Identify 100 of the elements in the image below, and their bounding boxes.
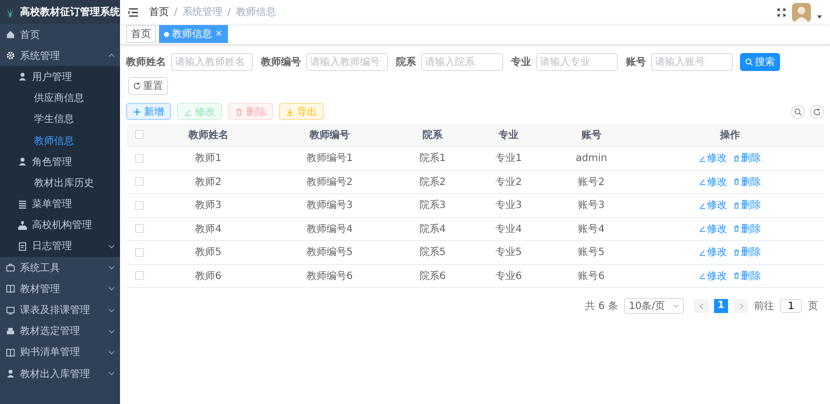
menu-item[interactable]: 高校机构管理 — [0, 214, 120, 236]
close-icon[interactable]: × — [215, 29, 223, 39]
tab[interactable]: 教师信息 × — [159, 25, 228, 43]
previous-page-button[interactable] — [694, 299, 708, 313]
menu-item[interactable]: 教师信息 — [0, 130, 120, 152]
column-header: 操作 — [636, 124, 824, 146]
pencil-icon — [699, 202, 706, 209]
table-cell: 教师3 — [152, 194, 265, 217]
page-number[interactable]: 1 — [714, 299, 728, 313]
checkbox[interactable] — [134, 200, 144, 210]
breadcrumb-item[interactable]: 首页 — [149, 5, 169, 19]
field-label: 账号 — [626, 56, 646, 69]
menu-item[interactable]: 教材出库历史 — [0, 172, 120, 194]
table-cell: 教师4 — [152, 217, 265, 240]
input-field[interactable]: 请输入教师编号 — [306, 53, 388, 71]
table-cell: 教师2 — [152, 170, 265, 194]
total-count: 共 6 条 — [585, 300, 618, 313]
table-cell: 专业2 — [470, 170, 547, 194]
pencil-icon — [699, 225, 706, 232]
menu-item[interactable]: 供应商信息 — [0, 88, 120, 109]
pencil-icon — [699, 272, 706, 280]
book-icon — [6, 348, 15, 357]
reset-button[interactable]: 重置 — [128, 77, 168, 95]
input-field[interactable]: 请输入账号 — [651, 53, 733, 71]
edit-link[interactable]: 修改 — [699, 245, 728, 260]
table-cell: 院系5 — [394, 240, 471, 264]
printer-icon — [6, 326, 15, 336]
menu-item[interactable]: 日志管理 — [0, 236, 120, 258]
menu-item[interactable]: 系统管理 — [0, 45, 120, 66]
pencil-icon — [699, 248, 706, 256]
menu-item[interactable]: 学生信息 — [0, 108, 120, 130]
column-header: 教师编号 — [264, 124, 394, 146]
pencil-icon — [699, 154, 706, 162]
delete-link[interactable]: 删除 — [733, 268, 762, 283]
goto-label: 前往 — [754, 300, 774, 313]
page-suffix: 页 — [808, 300, 818, 313]
avatar[interactable] — [792, 2, 811, 22]
edit-link[interactable]: 修改 — [699, 268, 728, 283]
menu-item[interactable]: 教材管理 — [0, 278, 120, 300]
table-cell: 教师5 — [152, 240, 265, 264]
tab[interactable]: 首页 — [126, 25, 156, 43]
edit-link[interactable]: 修改 — [699, 222, 728, 236]
delete-link[interactable]: 删除 — [733, 174, 762, 189]
menu-item[interactable]: 首页 — [0, 24, 120, 46]
refresh-icon[interactable] — [810, 104, 824, 118]
select-all-checkbox[interactable] — [134, 130, 144, 140]
edit-link[interactable]: 修改 — [699, 198, 728, 212]
input-field[interactable]: 请输入教师姓名 — [171, 53, 253, 71]
user-icon — [6, 369, 15, 378]
edit-link[interactable]: 修改 — [699, 151, 728, 166]
screen-icon — [6, 306, 15, 315]
caret-icon — [108, 308, 115, 313]
user-icon — [18, 157, 27, 166]
menu-item[interactable]: 教材出入库管理 — [0, 363, 120, 384]
table-cell: 专业4 — [470, 217, 547, 240]
menu-fold-icon[interactable] — [128, 8, 139, 16]
page-size-select[interactable]: 10条/页 — [624, 298, 684, 314]
app-title: 高校教材征订管理系统 — [20, 5, 120, 19]
column-header: 教师姓名 — [152, 124, 265, 146]
caret-icon[interactable] — [817, 14, 822, 18]
field-label: 专业 — [511, 56, 531, 69]
menu-item[interactable]: 用户管理 — [0, 66, 120, 88]
menu-item[interactable]: 教材选定管理 — [0, 320, 120, 342]
search-icon[interactable] — [791, 104, 805, 118]
delete-link[interactable]: 删除 — [733, 151, 762, 166]
table-cell: 院系2 — [394, 170, 471, 194]
table-cell: 教师编号6 — [264, 264, 394, 288]
column-header: 账号 — [546, 124, 636, 146]
next-page-button[interactable] — [734, 299, 748, 313]
document-icon — [18, 242, 27, 251]
table-cell: 教师编号2 — [264, 170, 394, 194]
pencil-icon — [184, 108, 192, 116]
menu-item[interactable]: 角色管理 — [0, 151, 120, 172]
delete-link[interactable]: 删除 — [733, 245, 762, 260]
checkbox[interactable] — [134, 248, 144, 257]
input-field[interactable]: 请输入院系 — [421, 53, 503, 71]
menu-item[interactable]: 菜单管理 — [0, 194, 120, 215]
chevron-right-icon — [738, 302, 744, 310]
table-cell: 教师编号4 — [264, 217, 394, 240]
checkbox[interactable] — [134, 224, 144, 234]
search-button[interactable]: 搜索 — [740, 53, 780, 71]
table-cell: 院系1 — [394, 146, 471, 170]
menu-item[interactable]: 课表及排课管理 — [0, 299, 120, 321]
trash-icon — [733, 202, 740, 209]
table-cell: 专业1 — [470, 146, 547, 170]
checkbox[interactable] — [134, 154, 144, 163]
edit-link[interactable]: 修改 — [699, 174, 728, 189]
page-input[interactable]: 1 — [780, 299, 802, 313]
user-icon — [18, 72, 27, 82]
caret-icon — [108, 244, 115, 249]
trash-icon — [733, 272, 740, 280]
delete-link[interactable]: 删除 — [733, 222, 762, 236]
checkbox[interactable] — [134, 271, 144, 280]
input-field[interactable]: 请输入专业 — [536, 53, 618, 71]
menu-item[interactable]: 购书清单管理 — [0, 342, 120, 363]
add-button[interactable]: 新增 — [126, 103, 171, 120]
checkbox[interactable] — [134, 177, 144, 186]
menu-item[interactable]: 系统工具 — [0, 257, 120, 278]
fullscreen-icon[interactable] — [777, 8, 786, 16]
delete-link[interactable]: 删除 — [733, 198, 762, 212]
